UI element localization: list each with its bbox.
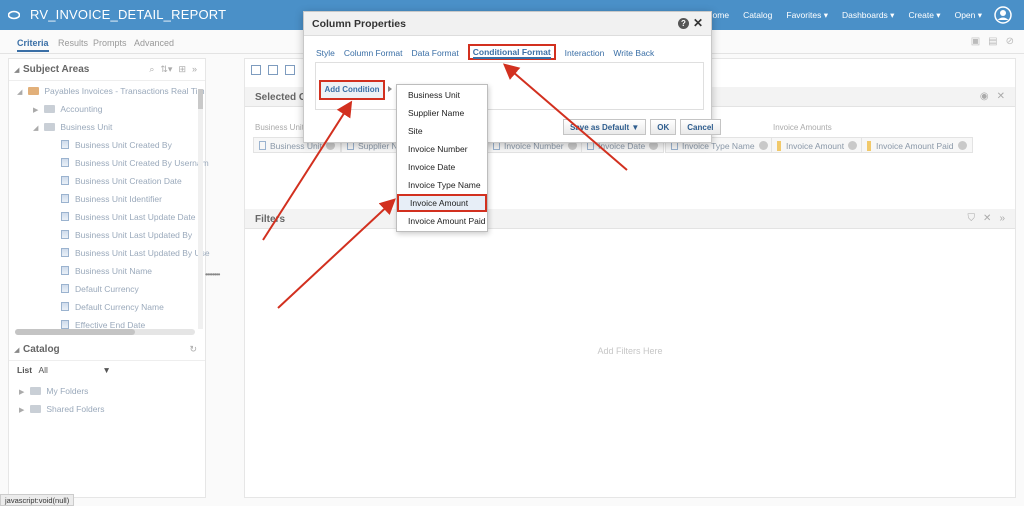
catalog-list-select[interactable]: List All ▼ (17, 365, 111, 379)
nav-catalog[interactable]: Catalog (743, 10, 772, 21)
tab-criteria[interactable]: Criteria (17, 38, 49, 52)
dialog-header: Column Properties ? ✕ (304, 12, 711, 36)
dialog-buttons: Save as Default ▼ OK Cancel (563, 119, 1014, 135)
sort-icon[interactable]: ⇅▾ (160, 64, 172, 75)
tab-interaction[interactable]: Interaction (565, 48, 605, 60)
nav-create[interactable]: Create ▾ (908, 10, 940, 21)
tab-advanced[interactable]: Advanced (134, 38, 174, 48)
catalog-tools: ↻ (189, 344, 197, 355)
menu-item-business-unit[interactable]: Business Unit (397, 86, 487, 104)
subject-areas-header: ◢ Subject Areas ⌕ ⇅▾ ⊞ » (9, 59, 205, 81)
remove-all-icon[interactable]: ✕ (997, 91, 1005, 102)
oracle-logo-icon (8, 10, 20, 20)
menu-item-site[interactable]: Site (397, 122, 487, 140)
column-item[interactable]: Business Unit Last Updated By (61, 230, 192, 244)
column-chip[interactable]: Invoice Amount (771, 137, 864, 153)
menu-item-invoice-amount[interactable]: Invoice Amount (397, 194, 487, 212)
folder-accounting[interactable]: ▶ Accounting (33, 104, 102, 118)
catalog-title: Catalog (23, 344, 60, 355)
report-title: RV_INVOICE_DETAIL_REPORT (30, 7, 227, 22)
subject-areas-title: Subject Areas (23, 64, 90, 75)
vertical-scrollbar[interactable] (198, 89, 203, 329)
left-panel: ◢ Subject Areas ⌕ ⇅▾ ⊞ » ◢ Payables Invoi… (8, 58, 210, 498)
horizontal-scrollbar[interactable] (15, 329, 195, 335)
editor-toolbar: ▣ ▤ ⊘ (971, 36, 1014, 47)
cancel-button[interactable]: Cancel (680, 119, 721, 135)
text-icon[interactable] (251, 65, 261, 75)
folder-shared-folders[interactable]: ▶ Shared Folders (19, 404, 105, 418)
panel-splitter[interactable]: •••••••• (205, 270, 220, 279)
column-item[interactable]: Business Unit Last Update Date (61, 212, 195, 226)
column-group-header: Business Unit (255, 123, 304, 132)
refresh-icon[interactable]: ↻ (189, 344, 197, 355)
column-item[interactable]: Default Currency (61, 284, 139, 298)
filter-icon[interactable]: ⛉ (968, 213, 976, 224)
column-item[interactable]: Business Unit Created By (61, 140, 172, 154)
edit-icon[interactable] (268, 65, 278, 75)
nav-favorites[interactable]: Favorites ▾ (786, 10, 828, 21)
collapse-icon[interactable]: ◢ (14, 66, 19, 74)
column-chip[interactable]: Invoice Amount Paid (861, 137, 973, 153)
column-item[interactable]: Business Unit Created By Usernam (61, 158, 209, 172)
column-item[interactable]: Business Unit Identifier (61, 194, 162, 208)
menu-item-invoice-number[interactable]: Invoice Number (397, 140, 487, 158)
remove-filters-icon[interactable]: ✕ (983, 213, 991, 224)
tab-conditional-format[interactable]: Conditional Format (467, 44, 556, 60)
nav-dashboards[interactable]: Dashboards ▾ (842, 10, 894, 21)
add-condition-button[interactable]: Add Condition (319, 80, 385, 100)
subject-areas-tools: ⌕ ⇅▾ ⊞ » (149, 64, 197, 75)
menu-item-invoice-date[interactable]: Invoice Date (397, 158, 487, 176)
column-dropdown-menu: Business Unit Supplier Name Site Invoice… (396, 84, 488, 232)
filters-header: Filters ⛉ ✕ » (245, 209, 1015, 229)
menu-item-supplier-name[interactable]: Supplier Name (397, 104, 487, 122)
filters-placeholder: Add Filters Here (597, 346, 663, 356)
collapse-icon[interactable]: ◢ (14, 346, 19, 354)
submenu-arrow-icon (388, 86, 392, 92)
column-item[interactable]: Default Currency Name (61, 302, 164, 316)
column-item[interactable]: Business Unit Creation Date (61, 176, 182, 190)
search-icon[interactable]: ⌕ (149, 64, 154, 75)
chevron-down-icon: ▼ (102, 365, 111, 375)
menu-item-invoice-type-name[interactable]: Invoice Type Name (397, 176, 487, 194)
tab-column-format[interactable]: Column Format (344, 48, 403, 60)
menu-item-invoice-amount-paid[interactable]: Invoice Amount Paid (397, 212, 487, 230)
save-icon[interactable]: ▣ (971, 36, 980, 47)
tab-prompts[interactable]: Prompts (93, 38, 127, 48)
help-icon[interactable]: ⊘ (1006, 36, 1014, 47)
user-avatar-icon[interactable] (994, 6, 1012, 24)
global-nav: Home Catalog Favorites ▾ Dashboards ▾ Cr… (706, 10, 982, 21)
tab-results[interactable]: Results (58, 38, 88, 48)
add-icon[interactable]: ⊞ (178, 64, 186, 75)
save-as-default-button[interactable]: Save as Default ▼ (563, 119, 647, 135)
column-item[interactable]: Business Unit Last Updated By Use (61, 248, 210, 262)
tab-style[interactable]: Style (316, 48, 335, 60)
catalog-header: ◢ Catalog ↻ (9, 339, 205, 361)
ok-button[interactable]: OK (650, 119, 677, 135)
visibility-icon[interactable]: ◉ (980, 91, 989, 102)
help-icon[interactable]: ? (678, 18, 689, 29)
subject-area-root[interactable]: ◢ Payables Invoices - Transactions Real T… (17, 86, 205, 100)
nav-open[interactable]: Open ▾ (955, 10, 982, 21)
criteria-toolbar (251, 65, 295, 75)
folder-my-folders[interactable]: ▶ My Folders (19, 386, 88, 400)
dialog-tabs: Style Column Format Data Format Conditio… (316, 44, 654, 60)
more-icon[interactable]: » (999, 213, 1005, 224)
more-icon[interactable]: » (192, 64, 197, 75)
save-as-icon[interactable]: ▤ (988, 36, 997, 47)
status-bar: javascript:void(null) (0, 494, 75, 506)
column-item[interactable]: Business Unit Name (61, 266, 152, 280)
dialog-title: Column Properties (312, 18, 406, 30)
folder-business-unit[interactable]: ◢ Business Unit (33, 122, 112, 136)
tab-data-format[interactable]: Data Format (411, 48, 458, 60)
tab-write-back[interactable]: Write Back (613, 48, 654, 60)
close-icon[interactable]: ✕ (693, 16, 703, 30)
grid-icon[interactable] (285, 65, 295, 75)
